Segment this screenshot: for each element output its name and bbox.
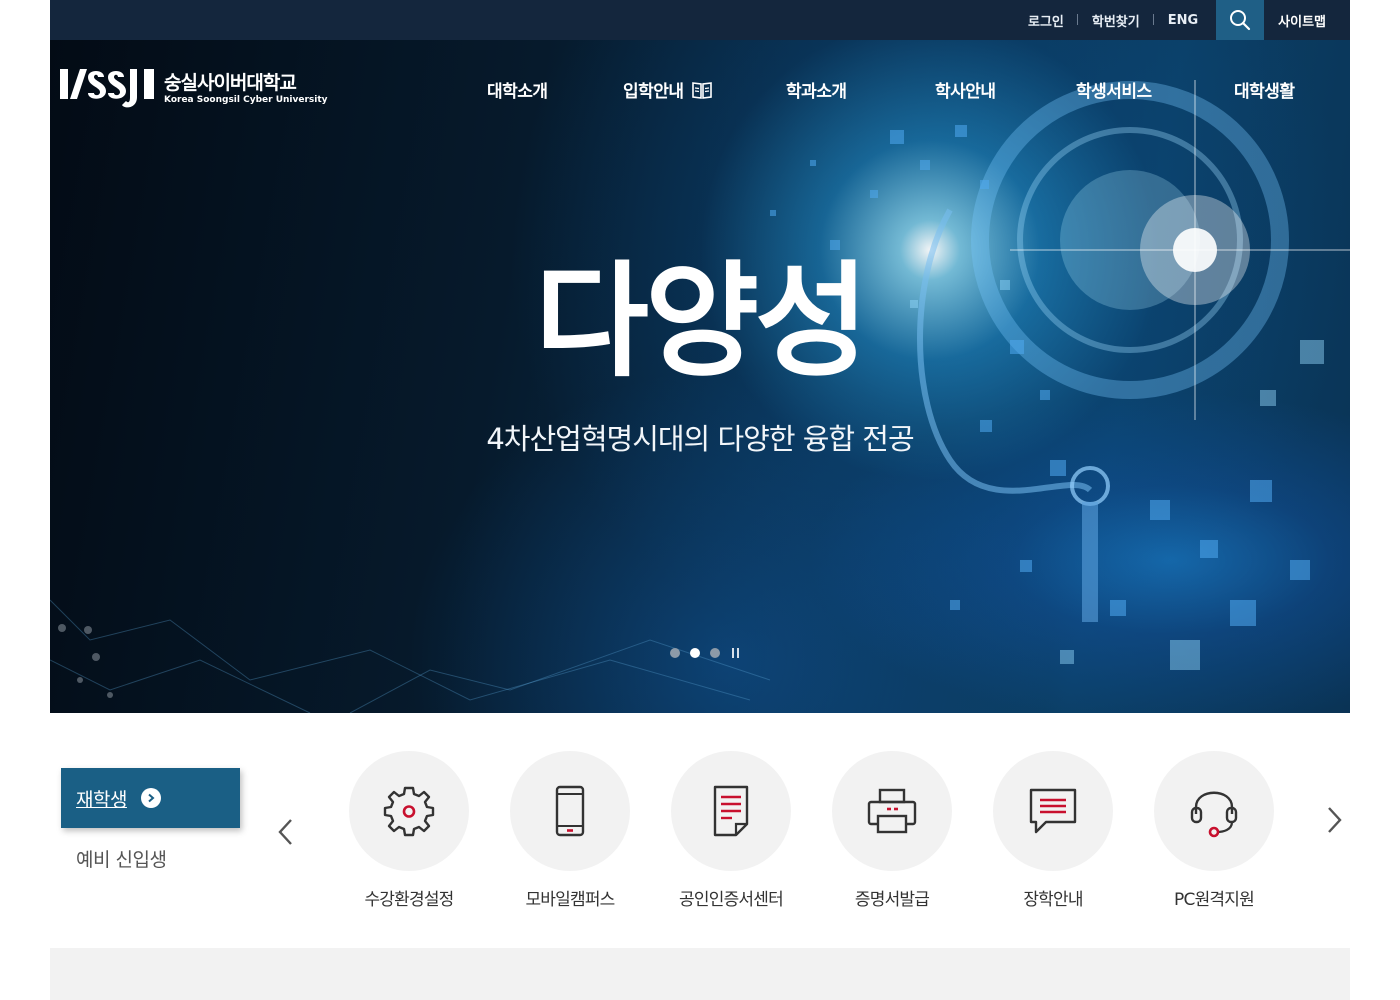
next-section-band — [50, 948, 1350, 1000]
tab-current-students-label: 재학생 — [76, 788, 127, 811]
quick-item-certificate-issuance[interactable]: 증명서발급 — [812, 751, 972, 910]
slide-dot-1[interactable] — [670, 648, 680, 658]
quick-item-certificate-center[interactable]: 공인인증서센터 — [651, 751, 811, 910]
slide-dot-3[interactable] — [710, 648, 720, 658]
chat-icon — [1029, 788, 1077, 834]
quick-item-label: 장학안내 — [1023, 890, 1083, 910]
arrow-right-circle-icon — [140, 788, 161, 808]
book-icon — [691, 81, 712, 99]
quick-item-label: 증명서발급 — [854, 890, 930, 910]
nav-item-departments[interactable]: 학과소개 — [786, 77, 847, 102]
english-link[interactable]: ENG — [1154, 13, 1212, 28]
quick-item-circle — [832, 751, 952, 871]
document-icon — [713, 785, 749, 837]
login-link[interactable]: 로그인 — [1014, 11, 1078, 30]
gear-icon — [383, 786, 435, 837]
chevron-left-icon[interactable] — [274, 817, 298, 847]
slide-dot-2[interactable] — [690, 648, 700, 658]
nav-item-student-services[interactable]: 학생서비스 — [1076, 77, 1152, 102]
search-icon — [1230, 10, 1251, 31]
quick-item-label: 수강환경설정 — [364, 890, 454, 910]
page-frame: 로그인 학번찾기 ENG 사이트맵 숭실사이버대학교 Korea Soongsi… — [50, 0, 1350, 1000]
sitemap-link[interactable]: 사이트맵 — [1264, 11, 1350, 30]
quick-item-pc-remote-support[interactable]: PC원격지원 — [1134, 751, 1294, 910]
utility-bar: 로그인 학번찾기 ENG 사이트맵 — [50, 0, 1350, 40]
quick-item-course-setup[interactable]: 수강환경설정 — [329, 751, 489, 910]
quick-item-circle — [993, 751, 1113, 871]
quick-item-circle — [349, 751, 469, 871]
printer-icon — [867, 788, 917, 834]
slider-pagination — [670, 648, 742, 658]
quick-item-label: 모바일캠퍼스 — [525, 890, 615, 910]
chevron-right-icon[interactable] — [1322, 805, 1346, 835]
headset-icon — [1190, 791, 1238, 838]
search-button[interactable] — [1216, 0, 1265, 40]
nav-item-admissions-label: 입학안내 — [623, 82, 684, 102]
tab-current-students[interactable]: 재학생 — [61, 768, 240, 828]
quick-item-circle — [1154, 751, 1274, 871]
quick-menu: 재학생 예비 신입생 수강환경설정 모바일캠퍼스 공인인증서센터 증명서발급 장… — [50, 713, 1350, 948]
nav-item-admissions[interactable]: 입학안내 — [623, 77, 712, 102]
quick-item-circle — [671, 751, 791, 871]
find-student-id-link[interactable]: 학번찾기 — [1078, 11, 1154, 30]
quick-item-circle — [510, 751, 630, 871]
nav-item-about[interactable]: 대학소개 — [487, 77, 548, 102]
hero-banner: 숭실사이버대학교 Korea Soongsil Cyber University… — [50, 40, 1350, 713]
quick-item-scholarship[interactable]: 장학안내 — [973, 751, 1133, 910]
mobile-icon — [555, 785, 585, 837]
quick-item-label: PC원격지원 — [1174, 890, 1255, 910]
quick-item-mobile-campus[interactable]: 모바일캠퍼스 — [490, 751, 650, 910]
hero-title: 다양성 — [534, 250, 869, 394]
hero-subtitle: 4차산업혁명시대의 다양한 융합 전공 — [486, 422, 914, 456]
quick-item-label: 공인인증서센터 — [679, 890, 784, 910]
main-navigation: 대학소개 입학안내 학과소개 학사안내 학생서비스 대학생활 — [50, 77, 1350, 103]
nav-item-academics[interactable]: 학사안내 — [935, 77, 996, 102]
tab-prospective-students[interactable]: 예비 신입생 — [76, 845, 167, 872]
pause-button[interactable] — [732, 648, 742, 658]
nav-item-campus-life[interactable]: 대학생활 — [1234, 77, 1295, 102]
